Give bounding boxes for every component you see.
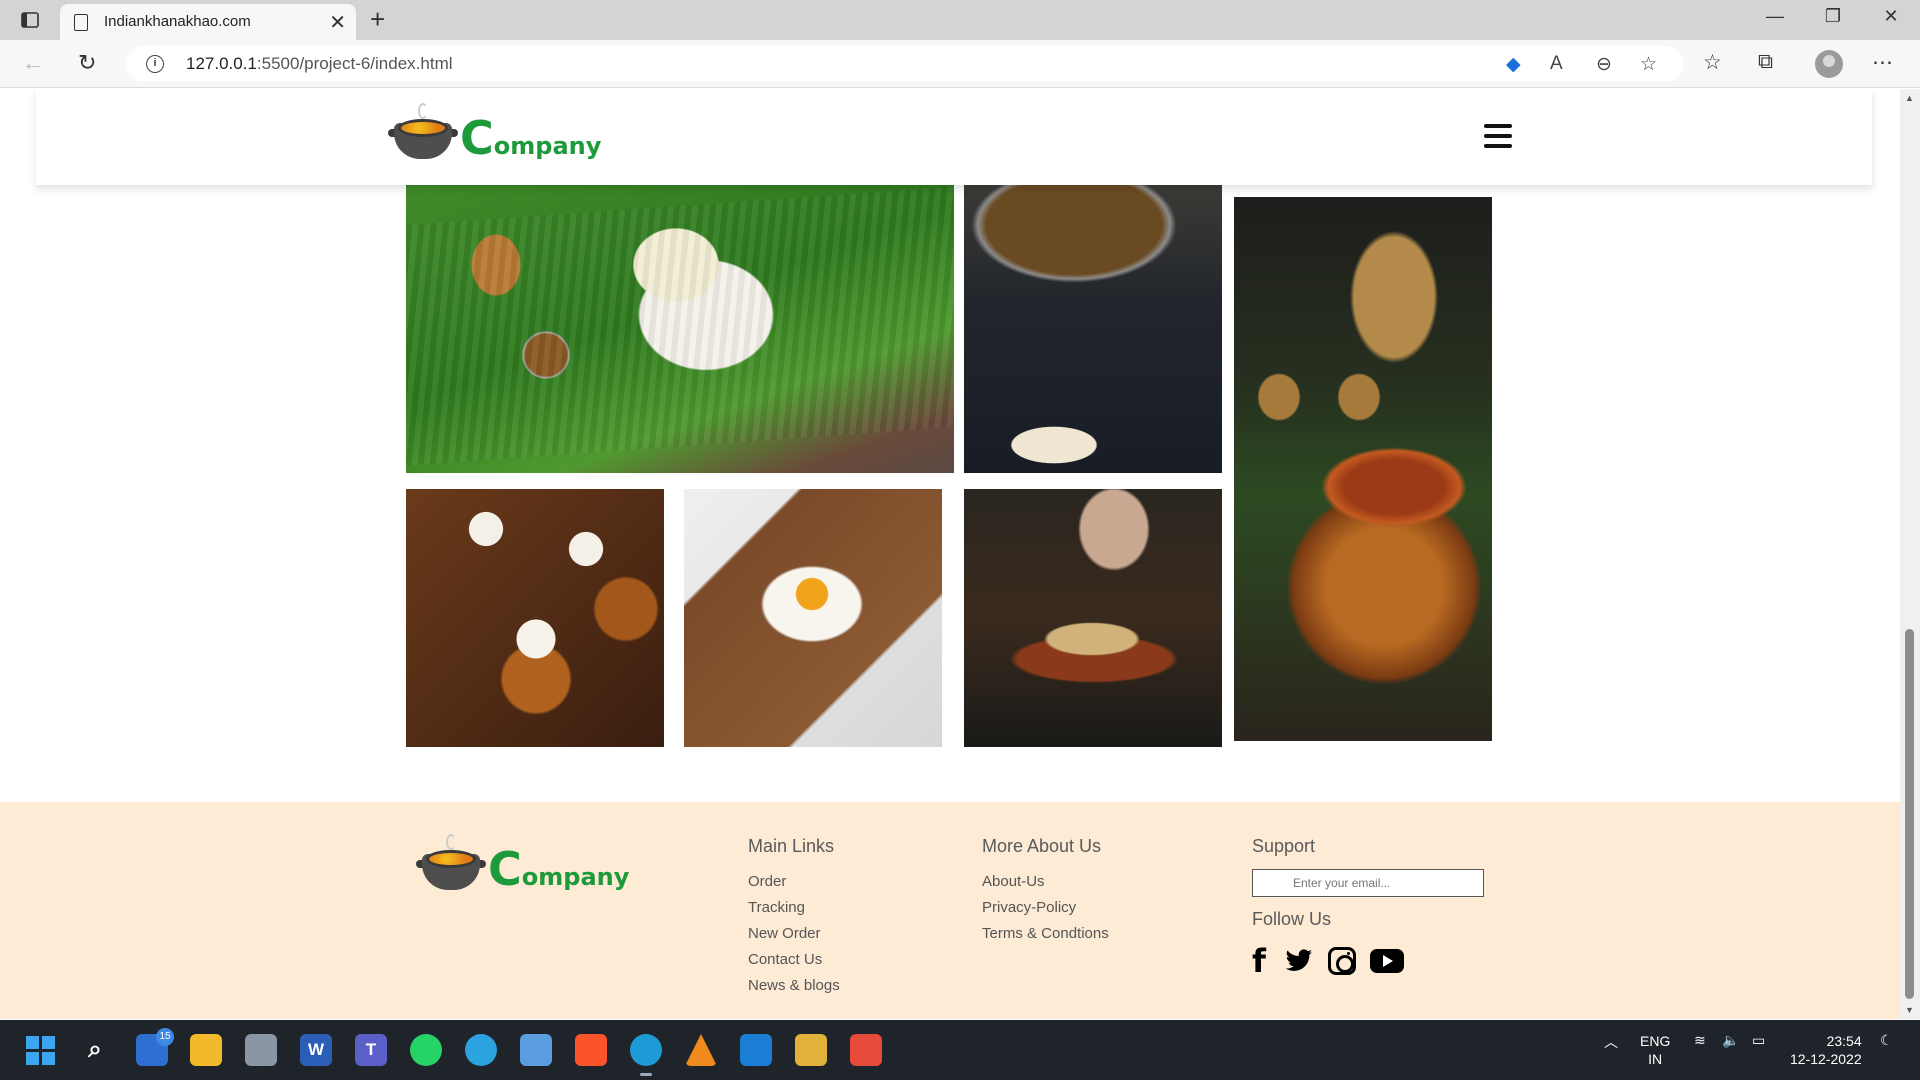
close-window-button[interactable]: ✕ (1868, 6, 1914, 27)
store-badge: 15 (156, 1028, 174, 1046)
restore-button[interactable]: ❐ (1810, 6, 1856, 27)
browser-tab-bar: Indiankhanakhao.com ✕ + — ❐ ✕ (0, 0, 1920, 40)
vlc-icon[interactable] (685, 1034, 717, 1066)
brave-beta-icon[interactable] (850, 1034, 882, 1066)
address-bar[interactable]: i 127.0.0.1:5500/project-6/index.html ◆ … (126, 46, 1684, 82)
logo-text: Company (460, 111, 602, 165)
word-icon[interactable]: W (300, 1034, 332, 1066)
windows-taskbar: ⌕ 15 W T ︿ ENG IN ≋ 🔈 ▭ 23:54 12-12-2022… (0, 1020, 1920, 1080)
teams-icon[interactable]: T (355, 1034, 387, 1066)
site-header: Company (36, 89, 1872, 185)
profile-avatar[interactable] (1815, 50, 1843, 78)
shopping-tag-icon[interactable]: ◆ (1506, 53, 1521, 76)
notepad-icon[interactable] (520, 1034, 552, 1066)
tab-actions-icon (21, 12, 39, 28)
minimize-button[interactable]: — (1752, 6, 1798, 27)
back-icon[interactable]: ← (22, 50, 44, 76)
footer-link-contact-us[interactable]: Contact Us (748, 947, 840, 973)
tab-close-button[interactable]: ✕ (329, 10, 346, 35)
pot-logo-icon (388, 103, 458, 161)
gallery-image-banana-leaf-meal[interactable] (406, 185, 954, 473)
time-text: 23:54 (1826, 1033, 1862, 1049)
zoom-out-icon[interactable]: ⊖ (1596, 53, 1612, 76)
footer-support: Support Follow Us f (1252, 836, 1484, 980)
footer-logo[interactable]: Company (416, 834, 630, 896)
new-tab-button[interactable]: + (370, 4, 385, 35)
collections-icon[interactable]: ⧉ (1758, 50, 1773, 74)
region-code: IN (1648, 1051, 1663, 1067)
lang-code: ENG (1640, 1033, 1671, 1049)
reload-icon[interactable]: ↻ (78, 50, 96, 76)
windows-logo-icon (25, 1035, 55, 1065)
footer-link-privacy-policy[interactable]: Privacy-Policy (982, 895, 1109, 921)
scrollbar-thumb[interactable] (1905, 629, 1914, 999)
support-heading: Support (1252, 836, 1316, 856)
tab-actions-button[interactable] (14, 8, 46, 32)
calculator-icon[interactable] (245, 1034, 277, 1066)
gallery-image-sizzler-plate[interactable] (964, 489, 1222, 747)
add-favorite-icon[interactable]: ☆ (1640, 53, 1657, 76)
read-aloud-icon[interactable]: A (1550, 53, 1563, 75)
wifi-icon[interactable]: ≋ (1694, 1032, 1706, 1049)
start-button[interactable] (24, 1034, 56, 1066)
vscode-icon[interactable] (740, 1034, 772, 1066)
telegram-icon[interactable] (465, 1034, 497, 1066)
site-info-icon[interactable]: i (146, 55, 164, 73)
whatsapp-icon[interactable] (410, 1034, 442, 1066)
footer-more-about: More About Us About-Us Privacy-Policy Te… (982, 836, 1109, 947)
volume-icon[interactable]: 🔈 (1722, 1032, 1739, 1049)
site-footer: Company Main Links Order Tracking New Or… (0, 802, 1900, 1019)
scroll-down-icon[interactable]: ▼ (1905, 1005, 1914, 1015)
footer-main-links: Main Links Order Tracking New Order Cont… (748, 836, 840, 999)
scroll-up-icon[interactable]: ▲ (1905, 93, 1914, 103)
favorites-icon[interactable]: ☆ (1703, 50, 1722, 75)
url-text: 127.0.0.1:5500/project-6/index.html (186, 54, 453, 74)
store-app-icon[interactable]: 15 (136, 1028, 174, 1066)
footer-link-terms[interactable]: Terms & Condtions (982, 921, 1109, 947)
social-links: f (1252, 942, 1484, 980)
date-text: 12-12-2022 (1790, 1051, 1862, 1067)
hamburger-menu-icon[interactable] (1484, 124, 1512, 150)
git-kraken-icon[interactable] (795, 1034, 827, 1066)
gallery-image-cupcakes[interactable] (406, 489, 664, 747)
gallery-image-copper-curry-pot[interactable] (1234, 197, 1492, 741)
brave-icon[interactable] (575, 1034, 607, 1066)
browser-toolbar: ← ↻ i 127.0.0.1:5500/project-6/index.htm… (0, 40, 1920, 88)
battery-icon[interactable]: ▭ (1752, 1032, 1765, 1049)
gallery-image-curry-pan[interactable] (964, 185, 1222, 473)
gallery-image-egg-toast[interactable] (684, 489, 942, 747)
footer-link-tracking[interactable]: Tracking (748, 895, 840, 921)
footer-link-new-order[interactable]: New Order (748, 921, 840, 947)
follow-us-heading: Follow Us (1252, 909, 1332, 929)
more-about-heading: More About Us (982, 836, 1102, 856)
show-hidden-icons[interactable]: ︿ (1604, 1032, 1618, 1052)
search-icon[interactable]: ⌕ (79, 1034, 111, 1066)
tab-title: Indiankhanakhao.com (104, 13, 251, 30)
footer-link-news-blogs[interactable]: News & blogs (748, 973, 840, 999)
language-indicator[interactable]: ENG IN (1640, 1032, 1670, 1068)
edge-icon[interactable] (630, 1034, 662, 1076)
email-input[interactable] (1252, 869, 1484, 897)
url-path: :5500/project-6/index.html (256, 54, 453, 73)
url-host: 127.0.0.1 (186, 54, 257, 73)
page-scrollbar[interactable]: ▲ ▼ (1900, 89, 1920, 1019)
main-links-heading: Main Links (748, 836, 835, 856)
footer-link-order[interactable]: Order (748, 869, 840, 895)
youtube-icon[interactable] (1370, 946, 1404, 976)
pot-logo-icon (416, 834, 486, 892)
instagram-icon[interactable] (1328, 946, 1356, 976)
page-viewport: Company Company Main Links Order Trackin… (0, 89, 1900, 1019)
footer-link-about-us[interactable]: About-Us (982, 869, 1109, 895)
more-menu-icon[interactable]: ⋯ (1872, 50, 1893, 75)
facebook-icon[interactable]: f (1252, 942, 1270, 980)
clock[interactable]: 23:54 12-12-2022 (1790, 1032, 1862, 1068)
focus-assist-icon[interactable]: ☾ (1880, 1032, 1893, 1049)
file-explorer-icon[interactable] (190, 1034, 222, 1066)
twitter-icon[interactable] (1284, 946, 1314, 976)
logo-text: Company (488, 842, 630, 896)
page-icon (74, 14, 88, 31)
browser-tab[interactable]: Indiankhanakhao.com ✕ (60, 4, 356, 40)
site-logo[interactable]: Company (388, 103, 602, 165)
